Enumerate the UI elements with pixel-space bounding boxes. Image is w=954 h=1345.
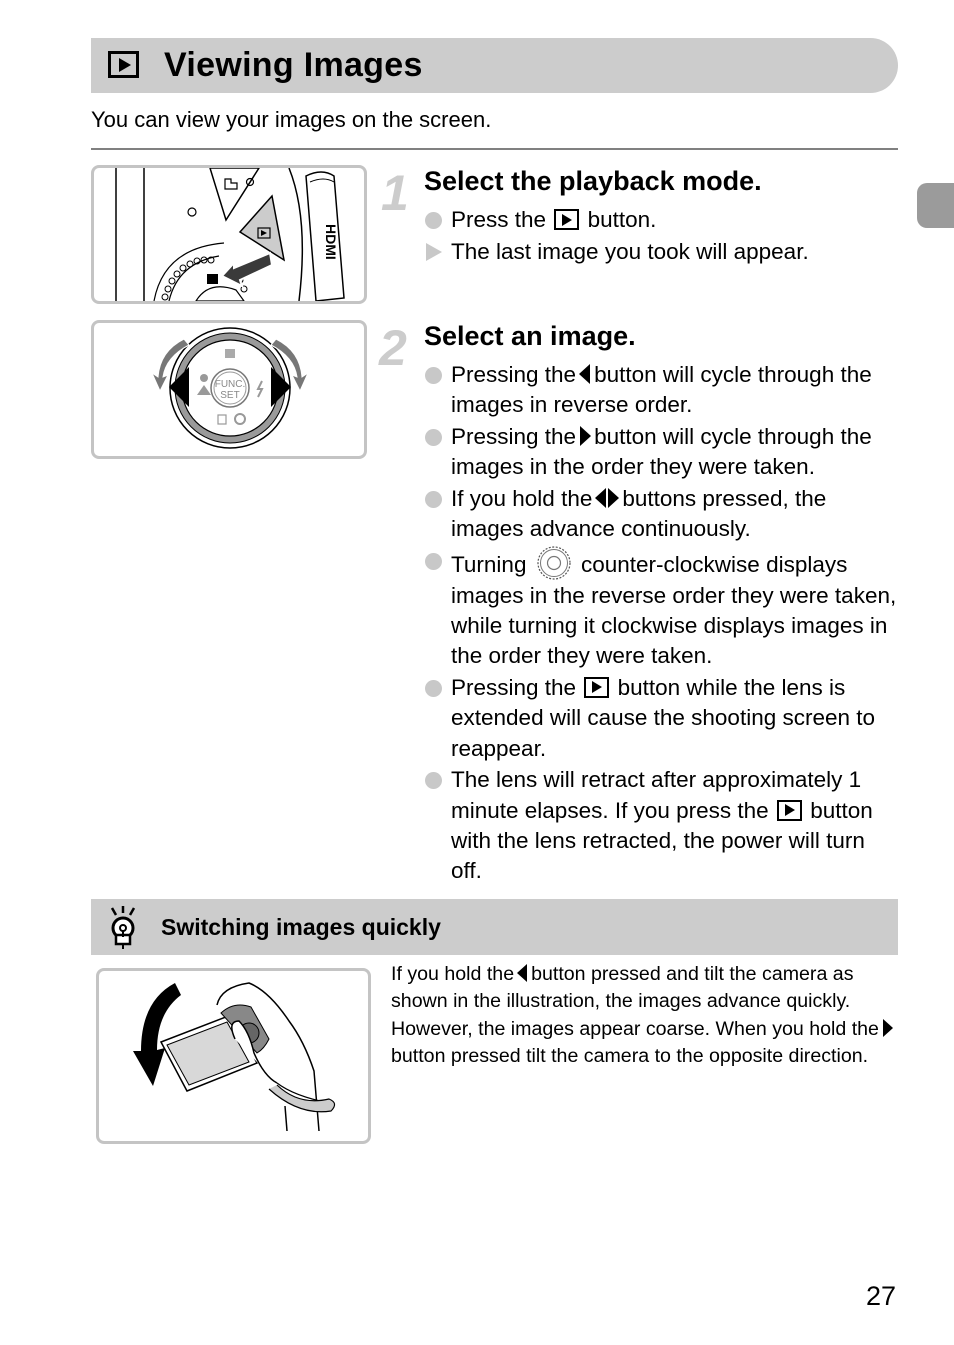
- bullet-item: The lens will retract after approximatel…: [424, 765, 899, 886]
- bullet-item: Pressing the button while the lens is ex…: [424, 673, 899, 764]
- step-title: Select the playback mode.: [424, 166, 762, 196]
- figure-tilt-camera: [96, 968, 371, 1144]
- bullet-item: Pressing the button will cycle through th…: [424, 422, 899, 483]
- step-number: 2: [379, 320, 407, 376]
- title-bar: Viewing Images: [91, 38, 898, 93]
- divider: [91, 148, 898, 150]
- bullet-dot-icon: [425, 429, 442, 447]
- bullet-dot-icon: [425, 553, 442, 571]
- page-title: Viewing Images: [164, 46, 423, 84]
- func-label: FUNC.: [215, 379, 246, 390]
- lightbulb-tip-icon: [110, 906, 136, 949]
- step-2-bullets: Pressing the button will cycle through th…: [424, 360, 899, 888]
- tip-body: If you hold the button pressed and tilt t…: [391, 961, 901, 1070]
- set-label: SET: [220, 390, 239, 401]
- bullet-dot-icon: [425, 367, 442, 384]
- step-number: 1: [381, 165, 409, 221]
- bullet-item: Turning counter-clockwise displays image…: [424, 546, 899, 671]
- hdmi-label: HDMI: [323, 224, 339, 260]
- page-number: 27: [866, 1281, 897, 1311]
- control-dial-illustration: FUNC. SET: [150, 327, 310, 449]
- left-arrow-icon: [579, 364, 591, 384]
- control-dial-icon: [537, 546, 571, 580]
- right-arrow-icon: [580, 426, 592, 447]
- left-arrow-icon: [517, 964, 528, 982]
- bullet-dot-icon: [425, 679, 442, 697]
- figure-control-dial: FUNC. SET: [91, 320, 367, 459]
- bullet-item: If you hold the buttons pressed, the imag…: [424, 484, 899, 545]
- right-arrow-icon: [882, 1018, 893, 1037]
- hand-tilting-camera-illustration: [133, 982, 336, 1132]
- camera-playback-button-illustration: HDMI: [115, 168, 345, 301]
- playback-icon: [584, 676, 610, 698]
- tip-header: Switching images quickly: [91, 899, 898, 955]
- bullet-dot-icon: [425, 772, 442, 790]
- bullet-item: Press the button.: [424, 205, 899, 235]
- result-arrow-icon: [426, 242, 442, 261]
- playback-icon: [776, 799, 802, 821]
- figure-playback-button: HDMI: [91, 165, 367, 304]
- chapter-tab: [917, 183, 954, 228]
- bullet-dot-icon: [425, 212, 442, 229]
- left-arrow-icon: [595, 488, 607, 509]
- playback-icon: [554, 209, 580, 230]
- step-1-bullets: Press the button. The last image you too…: [424, 205, 899, 269]
- intro-text: You can view your images on the screen.: [91, 107, 492, 132]
- playback-icon: [108, 51, 139, 78]
- bullet-item: The last image you took will appear.: [424, 237, 899, 267]
- right-arrow-icon: [608, 488, 620, 509]
- bullet-dot-icon: [425, 491, 442, 509]
- tip-title: Switching images quickly: [161, 914, 441, 940]
- bullet-item: Pressing the button will cycle through th…: [424, 360, 899, 421]
- step-title: Select an image.: [424, 321, 636, 351]
